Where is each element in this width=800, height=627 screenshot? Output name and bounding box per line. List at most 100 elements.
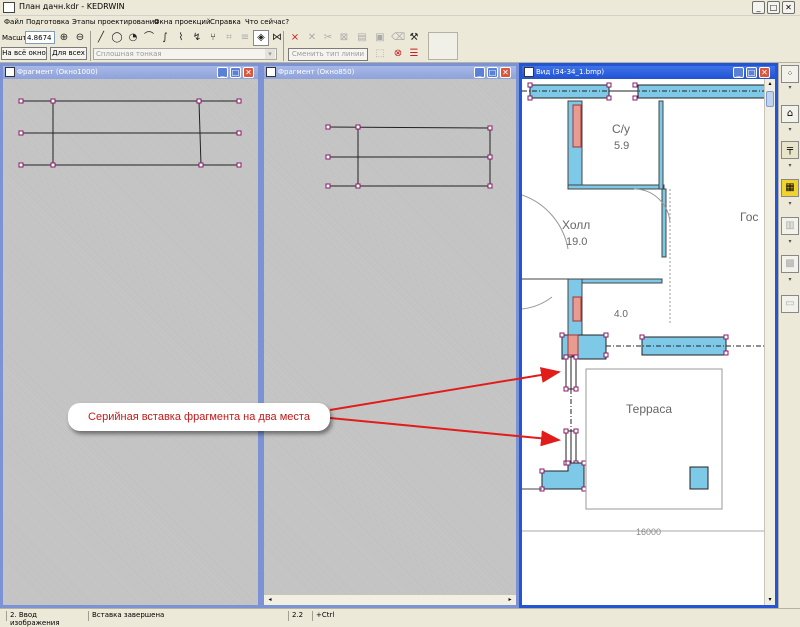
- props-tool-icon[interactable]: ▣: [372, 30, 388, 46]
- freehand-tool-icon[interactable]: ↯: [189, 30, 205, 46]
- horizontal-scrollbar[interactable]: ◂ ▸: [264, 594, 516, 605]
- fit-all-button[interactable]: Для всех: [50, 47, 87, 60]
- close-icon[interactable]: ✕: [243, 67, 254, 78]
- grid-tool-icon[interactable]: ▩: [781, 255, 799, 273]
- arc-tool-icon[interactable]: ◔: [125, 30, 141, 46]
- view-window-bitmap: Вид (34-34_1.bmp) _ □ ✕ С/у 5.9 Холл 19.…: [519, 63, 778, 608]
- window-icon: [266, 67, 276, 77]
- vertical-scrollbar[interactable]: ▴ ▾: [764, 79, 775, 605]
- toolbar: Масшт ⊕ ⊖ На всё окно Для всех ╱ ◯ ◔ ⌒ ∫…: [0, 29, 800, 63]
- house-plan-icon[interactable]: ⌂: [781, 105, 799, 123]
- menu-projection-windows[interactable]: Окна проекций: [154, 18, 211, 26]
- trim-tool-icon[interactable]: ⨯: [287, 30, 303, 46]
- fit-window-button[interactable]: На всё окно: [1, 47, 47, 60]
- fragment-window-1000: Фрагмент (Окно1000) _ □ ✕: [0, 63, 261, 608]
- color-swatch[interactable]: [428, 32, 458, 60]
- split-tool-icon[interactable]: ✂: [320, 30, 336, 46]
- window-caption: Вид (34-34_1.bmp) _ □ ✕: [522, 66, 775, 79]
- offset-tool-icon[interactable]: ⑂: [205, 30, 221, 46]
- close-button[interactable]: ✕: [782, 1, 795, 14]
- chevron-down-icon[interactable]: ▾: [783, 239, 797, 245]
- close-icon[interactable]: ✕: [500, 67, 511, 78]
- scroll-right-icon[interactable]: ▸: [505, 595, 515, 605]
- maximize-icon[interactable]: □: [487, 67, 498, 78]
- hatch-tool-icon[interactable]: ⌗: [221, 30, 237, 46]
- close-icon[interactable]: ✕: [759, 67, 770, 78]
- room-label-su: С/у: [612, 122, 630, 136]
- text-tool-icon[interactable]: ≡: [237, 30, 253, 46]
- room-label-terrace: Терраса: [626, 402, 672, 416]
- polyline-tool-icon[interactable]: ⌇: [173, 30, 189, 46]
- delete-tool-icon[interactable]: ⌫: [390, 30, 406, 46]
- menu-help[interactable]: Справка: [210, 18, 241, 26]
- layer-tool-icon[interactable]: ▤: [354, 30, 370, 46]
- window-title: Фрагмент (Окно1000): [17, 68, 98, 76]
- maximize-icon[interactable]: □: [746, 67, 757, 78]
- plan-view-canvas[interactable]: С/у 5.9 Холл 19.0 Гос 4.0 Терраса 16000: [522, 79, 764, 605]
- merge-tool-icon[interactable]: ⊠: [336, 30, 352, 46]
- snap-point-icon[interactable]: ◈: [253, 30, 269, 46]
- fragment-drawing-850: [325, 124, 493, 189]
- break-tool-icon[interactable]: ✕: [304, 30, 320, 46]
- minimize-icon[interactable]: _: [217, 67, 228, 78]
- line-style-value: Сплошная тонкая: [96, 50, 162, 58]
- scroll-down-icon[interactable]: ▾: [765, 595, 775, 605]
- line-style-select[interactable]: Сплошная тонкая ▾: [93, 48, 277, 60]
- circle-tool-icon[interactable]: ◯: [109, 30, 125, 46]
- hammer-tool-icon[interactable]: ⚒: [406, 30, 422, 46]
- maximize-icon[interactable]: □: [230, 67, 241, 78]
- menu-bar: Файл Подготовка Этапы проектирования Окн…: [0, 16, 800, 29]
- scale-input[interactable]: [25, 31, 55, 44]
- window-caption: Фрагмент (Окно1000) _ □ ✕: [3, 66, 258, 79]
- curve-tool-icon[interactable]: ∫: [157, 30, 173, 46]
- line-tool-icon[interactable]: ╱: [93, 30, 109, 46]
- fragment-canvas[interactable]: [264, 79, 516, 594]
- menu-prepare[interactable]: Подготовка: [26, 18, 69, 26]
- change-line-type-button[interactable]: Сменить тип линии: [288, 48, 368, 61]
- fragment-window-850: Фрагмент (Окно850) _ □ ✕ ◂ ▸: [261, 63, 519, 608]
- fragment-drawing-1000: [18, 98, 242, 168]
- status-coord: 2.2: [288, 611, 312, 621]
- chevron-down-icon[interactable]: ▾: [783, 277, 797, 283]
- status-bar: 2. Ввод изображения Вставка завершена 2.…: [0, 608, 800, 627]
- chevron-down-icon[interactable]: ▾: [783, 127, 797, 133]
- fragment-canvas[interactable]: [3, 79, 258, 605]
- scroll-thumb[interactable]: [766, 91, 774, 107]
- zoom-out-icon[interactable]: ⊖: [72, 30, 88, 46]
- table-tool-icon[interactable]: ╤: [781, 141, 799, 159]
- x-mark-icon[interactable]: ⊗: [390, 46, 406, 62]
- window-title: Фрагмент (Окно850): [278, 68, 355, 76]
- maximize-button[interactable]: □: [767, 1, 780, 14]
- room-label-gost: Гос: [740, 210, 758, 224]
- chevron-down-icon[interactable]: ▾: [783, 163, 797, 169]
- print-tool-icon[interactable]: ▭: [781, 295, 799, 313]
- list-tool-icon[interactable]: ☰: [406, 46, 422, 62]
- floor-plan-drawing: С/у 5.9 Холл 19.0 Гос 4.0 Терраса 16000: [522, 82, 764, 537]
- building-tool-icon[interactable]: ▦: [781, 179, 799, 197]
- room-area-hall: 19.0: [566, 236, 587, 248]
- scroll-up-icon[interactable]: ▴: [765, 79, 775, 89]
- menu-file[interactable]: Файл: [4, 18, 23, 26]
- zoom-in-icon[interactable]: ⊕: [56, 30, 72, 46]
- separator: [90, 31, 91, 61]
- room-area-su: 5.9: [614, 140, 629, 152]
- room-label-hall: Холл: [562, 218, 590, 232]
- app-title: План дачн.kdr - KEDRWIN: [19, 2, 125, 11]
- menu-stages[interactable]: Этапы проектирования: [72, 18, 159, 26]
- scatter-tool-icon[interactable]: ⁘: [781, 65, 799, 83]
- status-message: Вставка завершена: [88, 611, 288, 621]
- chevron-down-icon[interactable]: ▾: [783, 201, 797, 207]
- scroll-left-icon[interactable]: ◂: [265, 595, 275, 605]
- chevron-down-icon[interactable]: ▾: [783, 85, 797, 91]
- dimension-label: 16000: [636, 527, 661, 537]
- spline-tool-icon[interactable]: ⌒: [141, 30, 157, 46]
- menu-whats-now[interactable]: Что сейчас?: [245, 18, 289, 26]
- window-icon: [5, 67, 15, 77]
- scale-label: Масшт: [2, 34, 27, 42]
- layers-tool-icon[interactable]: ▥: [781, 217, 799, 235]
- minimize-icon[interactable]: _: [474, 67, 485, 78]
- minimize-button[interactable]: _: [752, 1, 765, 14]
- frame-tool-icon[interactable]: ⬚: [372, 46, 388, 62]
- minimize-icon[interactable]: _: [733, 67, 744, 78]
- chevron-down-icon: ▾: [265, 49, 275, 59]
